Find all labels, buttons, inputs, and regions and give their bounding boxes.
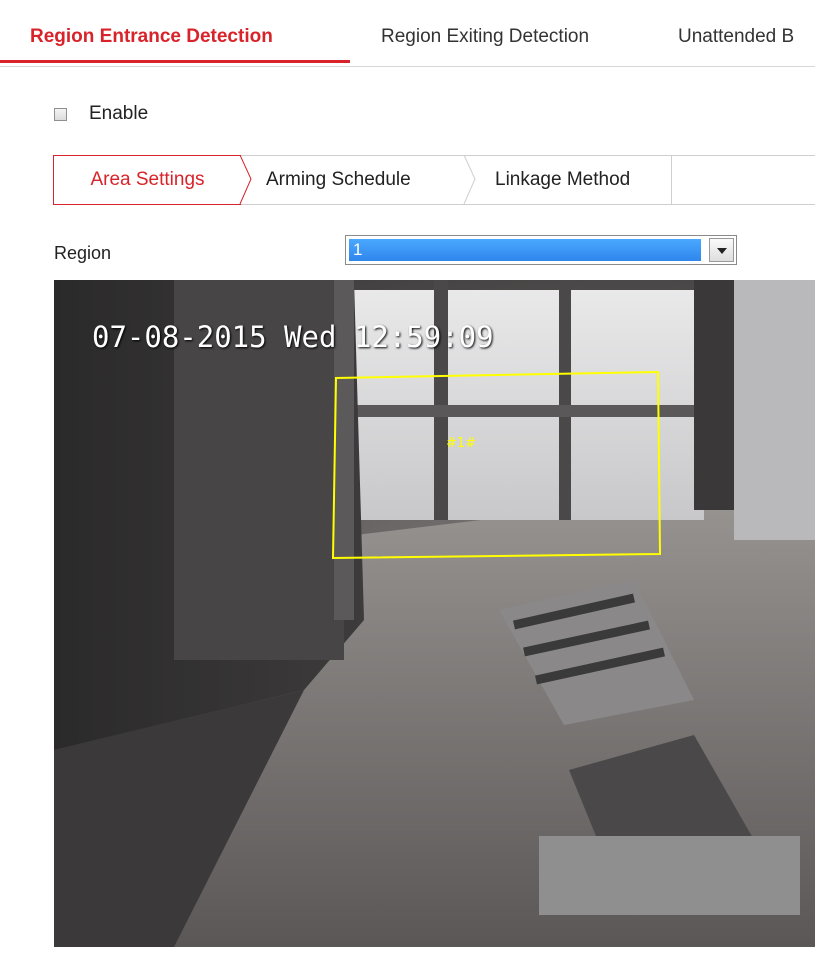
tab-linkage-method[interactable]: Linkage Method [495,156,630,204]
enable-label: Enable [89,103,149,124]
tab-unattended-baggage[interactable]: Unattended B [678,0,794,66]
tab-area-settings[interactable]: Area Settings [53,155,241,205]
region-selected-value: 1 [349,239,701,261]
active-tab-arrow-icon [239,155,252,205]
live-video-view[interactable]: 07-08-2015 Wed 12:59:09 #1# [54,280,815,947]
region-select[interactable]: 1 [345,235,737,265]
tab-region-exiting-detection[interactable]: Region Exiting Detection [381,0,589,66]
tab-region-entrance-detection[interactable]: Region Entrance Detection [0,0,350,63]
timestamp-overlay: 07-08-2015 Wed 12:59:09 [92,320,494,354]
tab-arming-schedule[interactable]: Arming Schedule [266,156,411,204]
detection-tab-bar: Region Entrance Detection Region Exiting… [0,0,815,67]
region-number-label: #1# [446,436,477,451]
settings-step-tabs: Area Settings Arming Schedule Linkage Me… [53,155,815,205]
dropdown-arrow-icon[interactable] [709,238,734,262]
privacy-mask-block [539,836,800,915]
region-label: Region [54,243,112,263]
enable-checkbox[interactable] [54,108,67,121]
step-tabs-end-divider [671,155,672,205]
step-separator-icon [463,155,476,205]
